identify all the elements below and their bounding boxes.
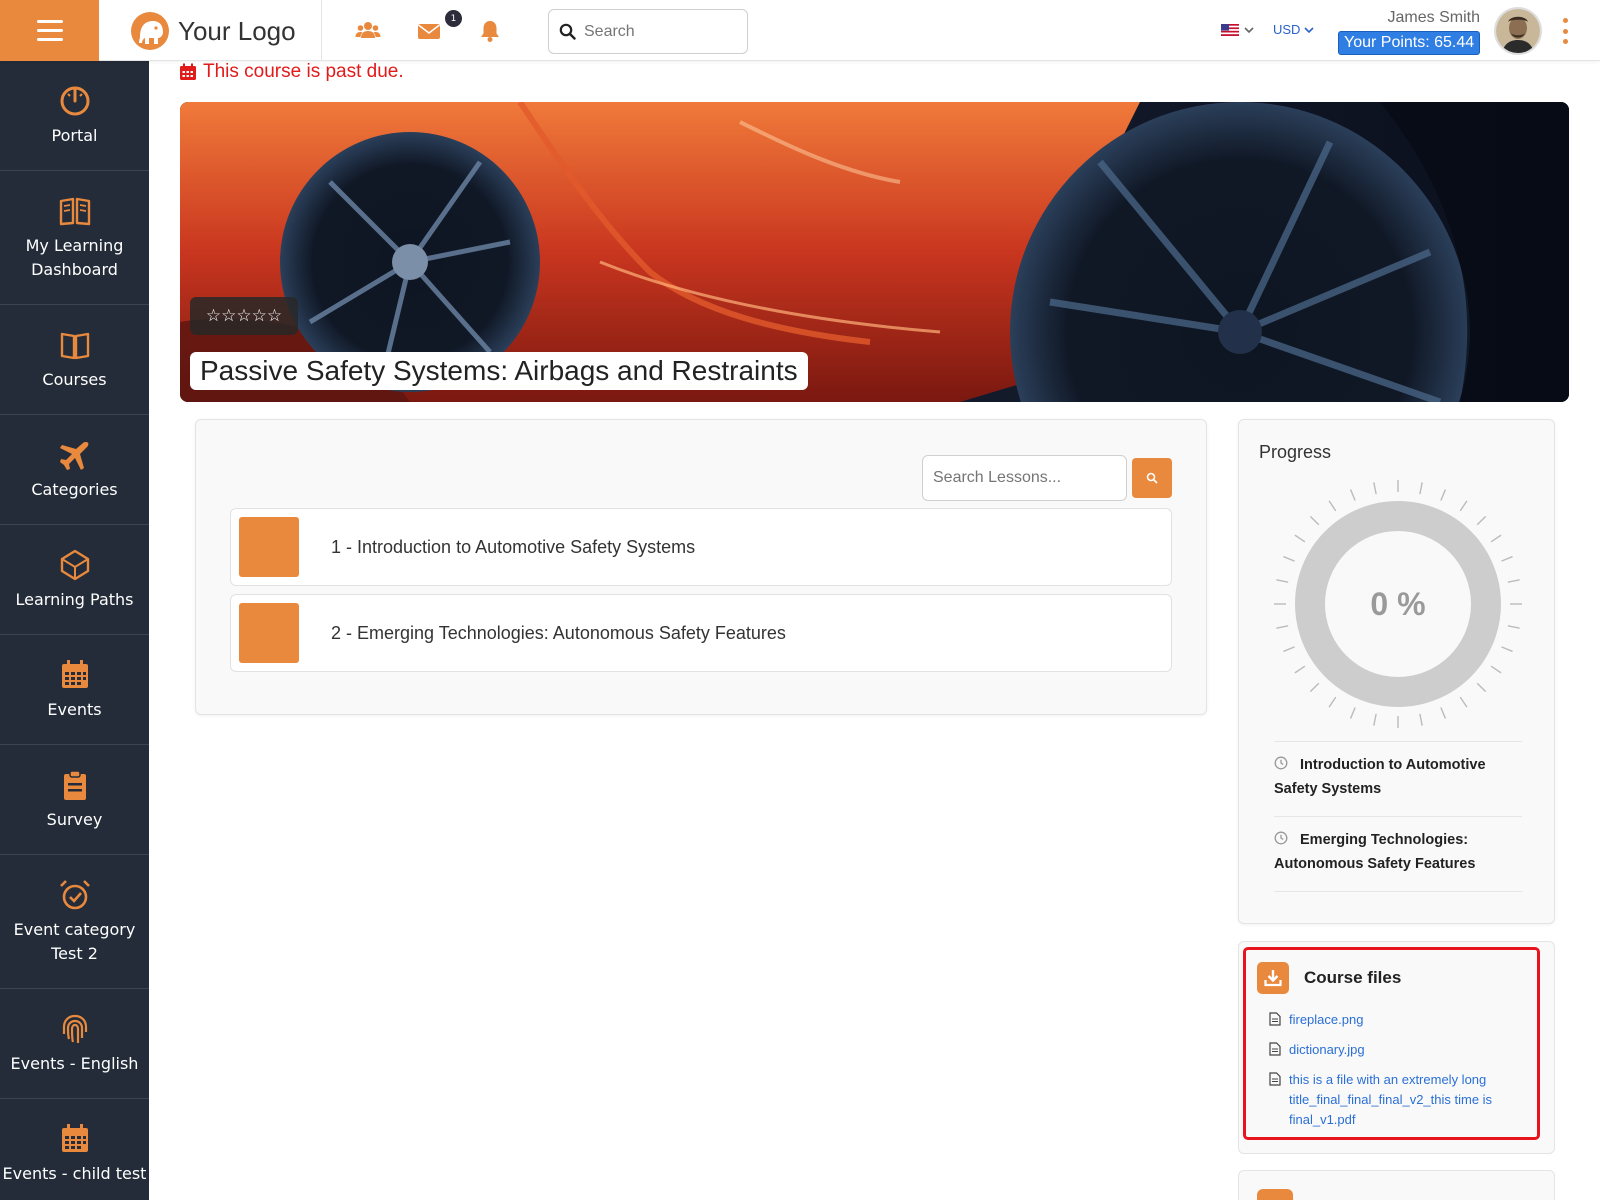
file-icon [1269,1042,1281,1056]
lesson-title: 1 - Introduction to Automotive Safety Sy… [331,536,696,557]
sidebar-item-label: Events [47,699,102,719]
dot-icon [1563,39,1568,44]
global-search-input[interactable] [584,22,734,41]
file-icon [1269,1012,1281,1026]
sidebar-item-event-category-test-2[interactable]: Event category Test 2 [0,855,149,989]
sidebar: Portal My Learning Dashboard Courses Cat… [0,61,149,1200]
sidebar-item-label: Categories [31,479,118,499]
gauge-icon [60,86,89,116]
course-rating[interactable]: ☆☆☆☆☆ [190,297,298,335]
search-icon [1146,472,1158,484]
course-files-panel: Course files fireplace.png dictionary.jp… [1238,941,1555,1154]
progress-lesson-list: Introduction to Automotive Safety System… [1274,741,1522,892]
chevron-down-icon[interactable] [1243,24,1255,36]
currency-selector[interactable]: USD [1273,22,1300,37]
calendar-icon [180,63,196,80]
points-badge: Your Points: 65.44 [1338,31,1481,55]
file-item[interactable]: this is a file with an extremely long ti… [1269,1070,1514,1130]
file-link[interactable]: dictionary.jpg [1289,1040,1365,1060]
clock-icon [1274,756,1288,770]
file-item[interactable]: dictionary.jpg [1269,1040,1514,1060]
file-link[interactable]: fireplace.png [1289,1010,1363,1030]
top-bar: Your Logo 1 USD Jam [0,0,1600,61]
file-link[interactable]: this is a file with an extremely long ti… [1289,1070,1514,1130]
chevron-down-icon[interactable] [1303,24,1315,36]
lesson-search-button[interactable] [1132,458,1172,498]
file-item[interactable]: fireplace.png [1269,1010,1514,1030]
menu-toggle-button[interactable] [0,0,99,61]
sidebar-item-label: Events - child test [2,1163,147,1183]
sidebar-item-events-child-test[interactable]: Events - child test [0,1099,149,1200]
sidebar-item-learning-paths[interactable]: Learning Paths [0,525,149,635]
sidebar-item-courses[interactable]: Courses [0,305,149,415]
clock-icon [1274,831,1288,845]
cube-icon [60,549,89,581]
us-flag-icon[interactable] [1221,24,1239,36]
progress-lesson-item[interactable]: Emerging Technologies: Autonomous Safety… [1274,815,1522,892]
progress-lesson-title: Emerging Technologies: Autonomous Safety… [1274,831,1476,872]
search-icon [559,23,576,40]
panel-icon [1257,1189,1293,1200]
lesson-search-input[interactable] [922,455,1127,501]
progress-panel: Progress 0 % Introduction to Automotive … [1238,419,1555,924]
sidebar-item-label: Events - English [10,1053,139,1073]
avatar[interactable] [1494,7,1542,55]
lesson-item[interactable]: 1 - Introduction to Automotive Safety Sy… [230,508,1172,586]
logo-text: Your Logo [178,15,296,46]
book-icon [60,332,89,360]
sidebar-item-events-english[interactable]: Events - English [0,989,149,1099]
past-due-notice: This course is past due. [179,61,404,83]
open-book-icon [59,198,90,226]
dot-icon [1563,28,1568,34]
sidebar-item-survey[interactable]: Survey [0,745,149,855]
more-options-button[interactable] [1563,18,1569,44]
lessons-panel: 1 - Introduction to Automotive Safety Sy… [195,419,1207,715]
sidebar-item-label: Survey [46,809,103,829]
fingerprint-icon [62,1014,87,1043]
calendar-icon [61,1123,88,1152]
course-files-title: Course files [1304,968,1402,987]
lesson-thumbnail [239,517,299,577]
user-name: James Smith [1387,9,1480,26]
sidebar-item-categories[interactable]: Categories [0,415,149,525]
lesson-title: 2 - Emerging Technologies: Autonomous Sa… [331,622,786,643]
course-title: Passive Safety Systems: Airbags and Rest… [190,352,808,390]
user-portrait-icon [1496,9,1540,53]
download-icon [1257,962,1289,994]
file-icon [1269,1072,1281,1086]
progress-lesson-title: Introduction to Automotive Safety System… [1274,757,1486,797]
rating-stars[interactable]: ☆☆☆☆☆ [206,307,282,325]
global-search[interactable] [548,9,748,54]
progress-percent: 0 % [1370,585,1426,622]
sidebar-item-label: Event category Test 2 [13,920,136,963]
sidebar-item-events[interactable]: Events [0,635,149,745]
sidebar-item-my-learning-dashboard[interactable]: My Learning Dashboard [0,171,149,305]
calendar-icon [61,659,88,688]
envelope-icon[interactable] [416,18,442,44]
progress-lesson-item[interactable]: Introduction to Automotive Safety System… [1274,741,1522,816]
hamburger-icon [36,17,63,44]
past-due-text: This course is past due. [203,61,404,82]
clipboard-icon [63,770,86,800]
bell-icon[interactable] [477,18,503,44]
users-icon[interactable] [355,18,381,44]
progress-title: Progress [1259,442,1332,462]
sidebar-item-label: Portal [51,125,98,145]
lesson-item[interactable]: 2 - Emerging Technologies: Autonomous Sa… [230,594,1172,672]
lesson-thumbnail [239,603,299,663]
elephant-logo-icon [131,12,169,50]
topbar-divider [321,0,322,61]
sidebar-item-portal[interactable]: Portal [0,61,149,171]
airplane-icon [59,441,88,470]
sidebar-item-label: My Learning Dashboard [25,236,124,279]
alarm-clock-icon [59,880,90,910]
next-panel [1238,1170,1555,1200]
messages-count-badge: 1 [445,10,462,27]
logo[interactable]: Your Logo [130,10,296,52]
dot-icon [1563,18,1568,23]
sidebar-item-label: Courses [42,369,107,389]
sidebar-item-label: Learning Paths [15,589,134,609]
